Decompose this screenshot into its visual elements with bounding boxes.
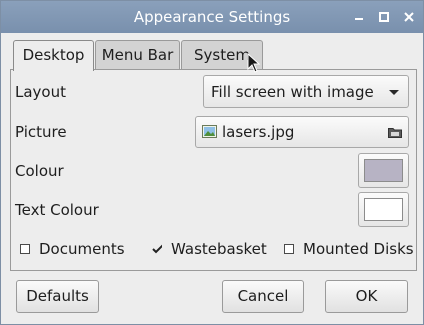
close-button[interactable]	[398, 1, 420, 33]
close-icon	[404, 12, 414, 22]
defaults-button[interactable]: Defaults	[16, 280, 99, 313]
picture-file-chooser[interactable]: lasers.jpg	[195, 116, 409, 148]
checkbox-checked-icon	[152, 244, 162, 254]
tab-desktop[interactable]: Desktop	[13, 40, 94, 71]
checkbox-unchecked-icon	[284, 244, 294, 254]
text-colour-label: Text Colour	[15, 201, 99, 219]
documents-label: Documents	[39, 240, 125, 258]
tab-menu-bar-label: Menu Bar	[101, 46, 174, 64]
tab-menu-bar[interactable]: Menu Bar	[95, 40, 180, 70]
ok-button[interactable]: OK	[325, 280, 408, 313]
image-file-icon	[202, 125, 217, 138]
title-bar[interactable]: Appearance Settings	[1, 1, 423, 33]
wastebasket-label: Wastebasket	[171, 240, 267, 258]
colour-label: Colour	[15, 162, 64, 180]
cancel-button[interactable]: Cancel	[222, 280, 304, 313]
mounted-disks-label: Mounted Disks	[303, 240, 414, 258]
folder-icon	[388, 128, 402, 138]
text-colour-button[interactable]	[358, 192, 409, 227]
text-colour-swatch	[364, 198, 403, 221]
picture-filename: lasers.jpg	[222, 123, 295, 141]
layout-value: Fill screen with image	[211, 83, 374, 101]
colour-button[interactable]	[358, 153, 409, 188]
maximize-button[interactable]	[373, 1, 395, 33]
appearance-settings-window: Appearance Settings Desktop Menu Bar Sys…	[0, 0, 424, 325]
checkbox-unchecked-icon	[20, 244, 30, 254]
layout-dropdown[interactable]: Fill screen with image	[203, 75, 409, 108]
minimize-icon	[355, 18, 363, 20]
tab-desktop-label: Desktop	[22, 46, 85, 64]
minimize-button[interactable]	[348, 1, 370, 33]
layout-label: Layout	[15, 83, 66, 101]
tab-system-label: System	[194, 46, 250, 64]
dropdown-arrow-icon	[389, 90, 399, 95]
maximize-icon	[379, 12, 389, 22]
colour-swatch	[364, 159, 403, 182]
mouse-pointer-icon	[247, 53, 261, 73]
picture-label: Picture	[15, 123, 67, 141]
